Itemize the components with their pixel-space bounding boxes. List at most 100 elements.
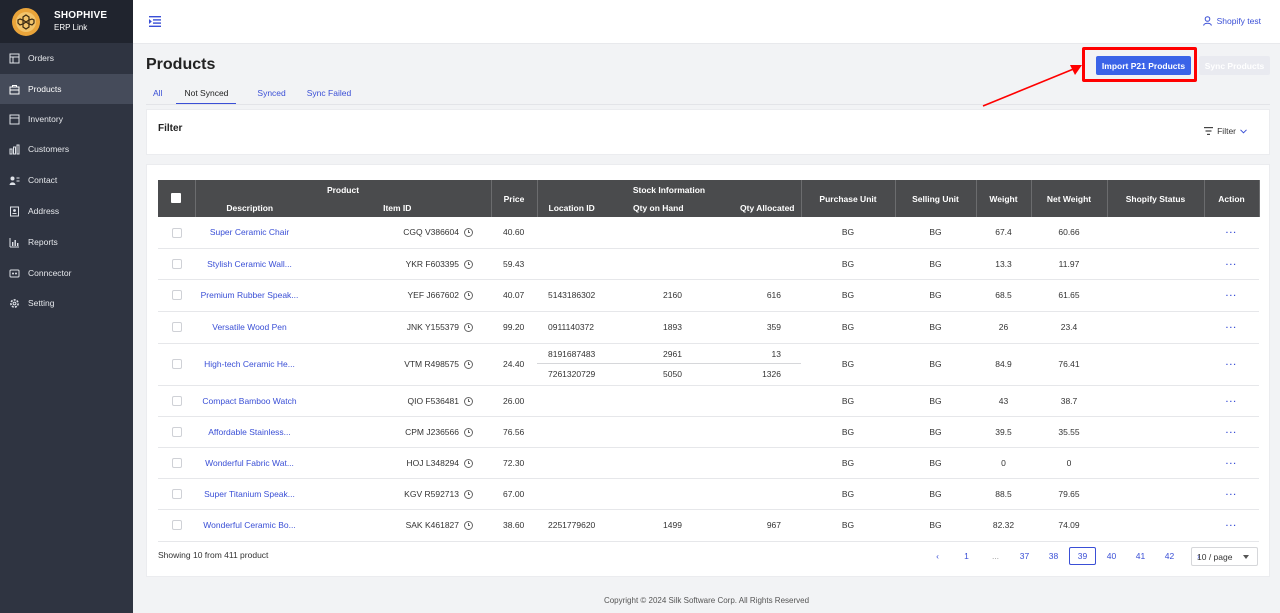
qty-hand-cell [633,217,712,249]
page-number-button[interactable]: 37 [1011,547,1038,565]
row-checkbox[interactable] [171,322,182,333]
price: 76.56 [491,416,537,448]
row-checkbox[interactable] [171,488,182,499]
sidebar-item-customers[interactable]: Customers [0,134,133,164]
sidebar: SHOPHIVE ERP Link Orders Products Inventor… [0,0,133,613]
page-number-button[interactable]: 1 [953,547,980,565]
clock-icon[interactable] [464,291,473,300]
item-id-cell: KGV R592713 [304,478,491,510]
filter-button[interactable]: Filter [1200,126,1251,136]
sidebar-item-address[interactable]: Address [0,196,133,226]
row-checkbox[interactable] [171,395,182,406]
tab-sync-failed[interactable]: Sync Failed [300,88,351,102]
qty-alloc-cell: 967 [712,509,801,542]
sync-products-button[interactable]: Sync Products [1199,56,1270,75]
more-actions-icon[interactable]: ··· [1226,322,1238,332]
page-number-button[interactable]: 39 [1069,547,1096,565]
clock-icon[interactable] [464,427,473,437]
more-actions-icon[interactable]: ··· [1226,227,1238,237]
product-description-link[interactable]: Wonderful Fabric Wat... [195,447,304,479]
row-checkbox[interactable] [171,457,182,468]
shopify-status [1107,509,1204,542]
sidebar-item-inventory[interactable]: Inventory [0,104,133,134]
location-id: 5143186302 [548,289,596,300]
products-table-card: Product Price Stock Information Purchase… [146,164,1270,577]
price: 40.07 [491,279,537,312]
tab-all[interactable]: All [146,88,162,102]
shopify-status [1107,478,1204,510]
clock-icon[interactable] [464,396,473,406]
more-actions-icon[interactable]: ··· [1226,396,1238,406]
brand-name: SHOPHIVE [54,9,108,21]
sidebar-item-reports[interactable]: Reports [0,227,133,257]
product-description-link[interactable]: Premium Rubber Speak... [195,279,304,312]
row-select-cell [158,478,195,510]
user-icon [1202,16,1212,26]
qty-alloc-cell: 13 1326 [712,343,801,386]
clock-icon[interactable] [464,489,473,499]
weight-header: Weight [976,180,1032,217]
page-size-value: 10 / page [1197,551,1233,562]
inventory-icon [9,114,20,125]
tab-not-synced[interactable]: Not Synced [176,88,237,105]
net-weight: 11.97 [1031,248,1107,280]
tab-synced[interactable]: Synced [250,88,285,102]
more-actions-icon[interactable]: ··· [1226,427,1238,437]
sidebar-item-label: Conncector [28,268,72,278]
user-menu[interactable]: Shopify test [1202,16,1261,26]
customers-icon [9,144,20,155]
product-description-link[interactable]: Wonderful Ceramic Bo... [195,509,304,542]
sidebar-item-conncector[interactable]: Conncector [0,258,133,288]
clock-icon[interactable] [464,360,473,369]
more-actions-icon[interactable]: ··· [1226,520,1238,530]
product-description-link[interactable]: Super Ceramic Chair [195,217,304,249]
sidebar-item-contact[interactable]: Contact [0,165,133,195]
product-description-link[interactable]: Versatile Wood Pen [195,311,304,344]
select-all-checkbox[interactable] [171,192,182,203]
more-actions-icon[interactable]: ··· [1226,489,1238,499]
row-select-cell [158,217,195,249]
item-id: HOJ L348294 [406,457,459,468]
product-description-link[interactable]: Compact Bamboo Watch [195,385,304,417]
qty-on-hand-header: Qty on Hand [633,199,712,217]
page-number-button[interactable]: 38 [1040,547,1067,565]
row-checkbox[interactable] [171,359,182,370]
page-number-button[interactable]: 42 [1156,547,1183,565]
more-actions-icon[interactable]: ··· [1226,290,1238,300]
row-checkbox[interactable] [171,426,182,437]
row-checkbox[interactable] [171,520,182,531]
action-header: Action [1204,180,1260,217]
sidebar-item-orders[interactable]: Orders [0,43,133,73]
product-description-link[interactable]: Stylish Ceramic Wall... [195,248,304,280]
clock-icon[interactable] [464,228,473,238]
row-select-cell [158,509,195,542]
menu-toggle-icon[interactable] [149,16,161,27]
sidebar-item-setting[interactable]: Setting [0,288,133,318]
clock-icon[interactable] [464,259,473,269]
product-description-link[interactable]: High-tech Ceramic He... [195,343,304,386]
row-checkbox[interactable] [171,227,182,238]
row-select-cell [158,447,195,479]
row-checkbox[interactable] [171,290,182,301]
caret-down-icon [1243,555,1249,559]
page-number-button[interactable]: 41 [1127,547,1154,565]
clock-icon[interactable] [464,521,473,530]
location-cell [537,217,633,249]
clock-icon[interactable] [464,323,473,332]
more-actions-icon[interactable]: ··· [1226,259,1238,269]
product-description-link[interactable]: Affordable Stainless... [195,416,304,448]
row-checkbox[interactable] [171,258,182,269]
page-size-select[interactable]: 10 / page [1191,547,1258,566]
row-select-cell [158,279,195,312]
net-weight: 60.66 [1031,217,1107,249]
page-number-button[interactable]: 40 [1098,547,1125,565]
import-p21-products-button[interactable]: Import P21 Products [1096,56,1191,75]
product-description-link[interactable]: Super Titanium Speak... [195,478,304,510]
prev-page-button[interactable]: ‹ [924,547,951,565]
clock-icon[interactable] [464,458,473,468]
annotation-arrow [982,65,1082,107]
more-actions-icon[interactable]: ··· [1226,359,1238,369]
sidebar-item-products[interactable]: Products [0,74,133,104]
more-actions-icon[interactable]: ··· [1226,458,1238,468]
sidebar-item-label: Products [28,84,62,94]
